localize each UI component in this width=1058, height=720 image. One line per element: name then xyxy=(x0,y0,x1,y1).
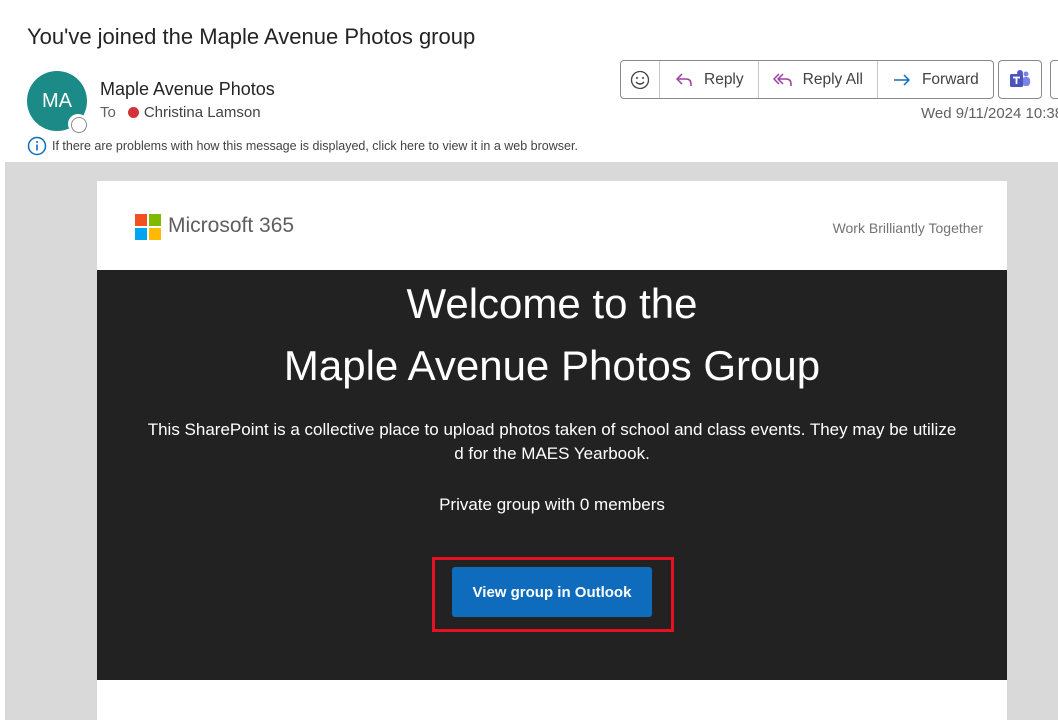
reply-button[interactable]: Reply xyxy=(659,61,758,98)
forward-button[interactable]: Forward xyxy=(876,61,993,98)
brand-name: Microsoft 365 xyxy=(168,214,295,237)
brand-tagline: Work Brilliantly Together xyxy=(832,220,983,236)
email-subject: You've joined the Maple Avenue Photos gr… xyxy=(27,24,476,49)
presence-busy-icon xyxy=(127,107,139,118)
reply-all-icon xyxy=(772,72,792,86)
display-problem-infobar[interactable]: If there are problems with how this mess… xyxy=(27,136,578,156)
teams-share-button[interactable] xyxy=(998,60,1042,99)
smiley-icon xyxy=(630,70,650,89)
group-description: This SharePoint is a collective place to… xyxy=(147,420,957,463)
hero-title-line1: Welcome to the xyxy=(406,280,698,327)
received-date: Wed 9/11/2024 10:38 xyxy=(921,105,1058,122)
welcome-hero: Welcome to the Maple Avenue Photos Group… xyxy=(97,270,1007,680)
avatar-initials: MA xyxy=(42,89,72,112)
email-content-card: Microsoft 365 Work Brilliantly Together … xyxy=(97,181,1007,720)
more-actions-button[interactable] xyxy=(1050,60,1058,99)
message-actions-toolbar: Reply Reply All Forward xyxy=(620,60,994,99)
reply-all-label: Reply All xyxy=(802,70,863,88)
sender-name[interactable]: Maple Avenue Photos xyxy=(100,79,275,100)
forward-arrow-icon xyxy=(893,73,910,86)
reactions-button[interactable] xyxy=(621,61,659,98)
reply-label: Reply xyxy=(704,70,744,88)
infobar-text: If there are problems with how this mess… xyxy=(52,139,578,153)
microsoft-logo-icon xyxy=(135,214,161,240)
presence-offline-icon xyxy=(68,114,88,134)
hero-title-line2: Maple Avenue Photos Group xyxy=(283,342,821,389)
recipient-name[interactable]: Christina Lamson xyxy=(144,104,261,121)
email-reading-pane: You've joined the Maple Avenue Photos gr… xyxy=(0,0,1058,720)
reply-icon xyxy=(676,72,692,86)
brand-header: Microsoft 365 Work Brilliantly Together xyxy=(97,181,1007,270)
to-label: To xyxy=(100,104,116,121)
forward-label: Forward xyxy=(921,70,979,88)
reply-all-button[interactable]: Reply All xyxy=(757,61,877,98)
view-group-in-outlook-button[interactable]: View group in Outlook xyxy=(452,567,652,617)
teams-icon xyxy=(1010,69,1030,87)
recipient-line: To Christina Lamson xyxy=(100,104,261,121)
group-members-count: Private group with 0 members xyxy=(439,495,665,514)
info-icon xyxy=(27,136,47,156)
